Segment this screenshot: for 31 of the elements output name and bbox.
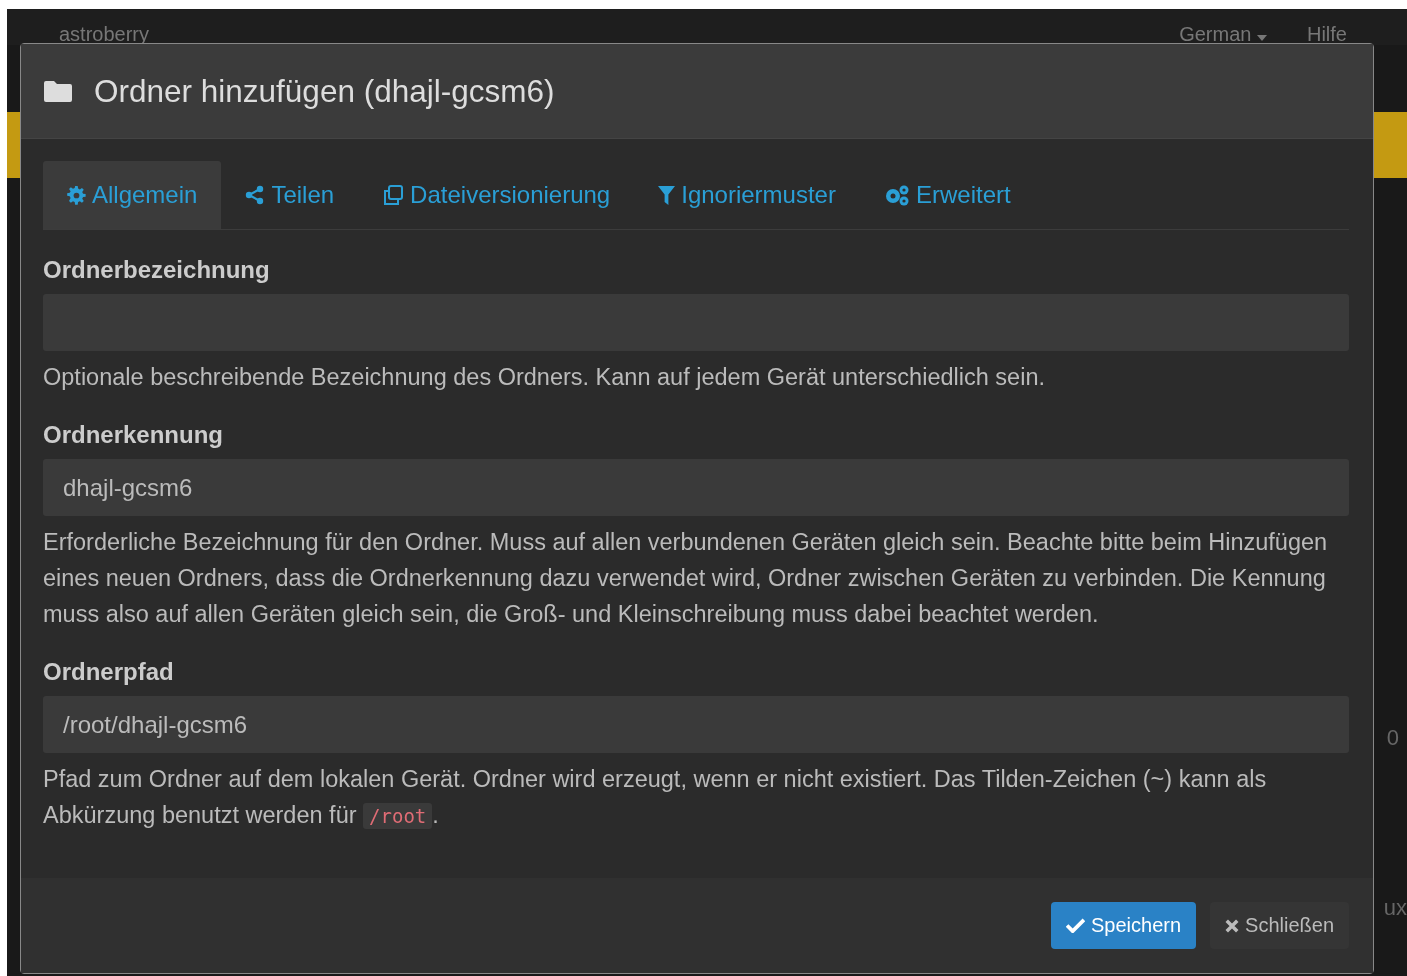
gears-icon [883,184,910,206]
code-text: /root [363,803,433,829]
field-label: Ordnerpfad [43,658,175,686]
help-link[interactable]: Hilfe [1307,23,1347,45]
brand-label: astroberry [59,23,150,45]
gear-icon [67,185,86,205]
caret-icon [1257,35,1267,41]
save-button[interactable]: Speichern [1051,902,1197,949]
background-text: 0 [1386,725,1399,751]
input-field[interactable]: /root/dhajl-gcsm6 [43,696,1349,753]
dialog-title: Ordner hinzufügen (dhajl-gcsm6) [94,72,555,110]
field-label: Ordnerbezeichnung [43,256,271,284]
background-text: ux [1383,895,1407,921]
tab[interactable]: Ignoriermuster [634,161,860,229]
field-label: Ordnerkennung [43,421,224,449]
help-text: Pfad zum Ordner auf dem lokalen Gerät. Ordner wird erzeugt, wenn er nicht existiert. Das Tilden-Zeichen (~) kann als Abkürzung benutzt werden für /root . [43,765,1268,831]
close-icon [1225,918,1240,933]
tab[interactable]: Dateiversionierung [358,161,635,229]
copy-icon [382,184,405,206]
tab[interactable]: Erweitert [859,161,1035,229]
folder-icon [44,80,72,102]
filter-icon [658,185,676,205]
help-text: Optionale beschreibende Bezeichnung des Ordners. Kann auf jedem Gerät unterschiedlich sein. [43,363,1046,392]
help-text: Erforderliche Bezeichnung für den Ordner. Muss auf allen verbundenen Geräten gleich sein. Beachte bitte beim Hinzufügen eines neuen Ordners, dass die Ordnerkennung dazu verwendet wird, Ordner zwischen Geräten zu verbinden. Die Kennung muss also auf allen Geräten gleich sein, die Groß- und Kleinschreibung muss dabei beachtet werden. [43,528,1329,629]
tab[interactable]: Teilen [221,161,359,229]
tab[interactable]: Allgemein [43,161,222,229]
check-icon [1066,918,1085,933]
close-button[interactable]: Schließen [1210,902,1349,949]
input-field[interactable]: dhajl-gcsm6 [43,459,1349,516]
language-menu[interactable]: German [1179,23,1267,45]
share-icon [245,185,266,205]
